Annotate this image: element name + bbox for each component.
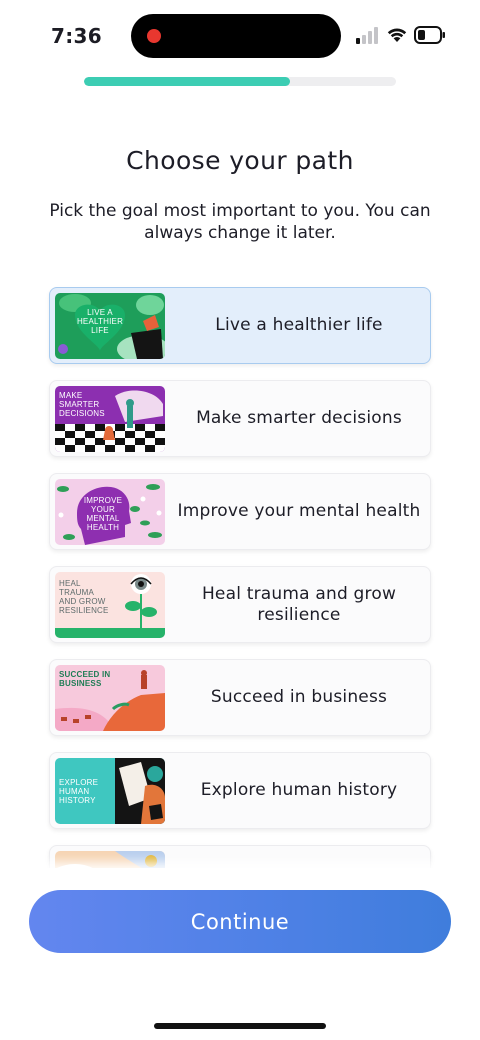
recording-dot-icon [147, 29, 161, 43]
thumb-text-line: SUCCEED IN [59, 670, 110, 679]
thumb-text-line: HEALTHIER [77, 317, 123, 326]
thumb-text-line: SMARTER [59, 400, 99, 409]
healthier-life-illustration: LIVE A HEALTHIER LIFE [55, 293, 165, 359]
wifi-icon [387, 28, 407, 42]
status-time: 7:36 [51, 24, 102, 48]
thumb-text-line: HEAL [59, 579, 81, 588]
status-bar: 7:36 [0, 0, 480, 72]
option-human-history[interactable]: EXPLORE HUMAN HISTORY Explore human hist… [49, 752, 431, 829]
option-label: Explore human history [200, 780, 398, 800]
home-indicator [154, 1023, 326, 1029]
smarter-decisions-illustration: MAKE SMARTER DECISIONS [55, 386, 165, 452]
mental-health-illustration: IMPROVE YOUR MENTAL HEALTH [55, 479, 165, 545]
progress-fill [84, 77, 290, 86]
dynamic-island [131, 14, 341, 58]
human-history-illustration: EXPLORE HUMAN HISTORY [55, 758, 165, 824]
option-succeed-business[interactable]: SUCCEED IN BUSINESS Succeed in business [49, 659, 431, 736]
option-heal-trauma[interactable]: HEAL TRAUMA AND GROW RESILIENCE Heal tra… [49, 566, 431, 643]
thumb-text-line: TRAUMA [59, 588, 94, 597]
succeed-business-illustration: SUCCEED IN BUSINESS [55, 665, 165, 731]
page-title: Choose your path [126, 146, 354, 175]
thumb-text-line: HISTORY [59, 796, 96, 805]
option-smarter-decisions[interactable]: MAKE SMARTER DECISIONS Make smarter deci… [49, 380, 431, 457]
thumb-text-line: MAKE [59, 391, 82, 400]
thumb-text-line: EXPLORE [59, 778, 98, 787]
thumb-text-line: LIVE A [87, 308, 113, 317]
thumb-text-line: DECISIONS [59, 409, 105, 418]
option-label: Succeed in business [210, 687, 388, 707]
thumb-text-line: AND GROW [59, 597, 106, 606]
option-live-healthier[interactable]: LIVE A HEALTHIER LIFE Live a healthier l… [49, 287, 431, 364]
signal-icon [356, 27, 378, 44]
option-label: Make smarter decisions [196, 408, 402, 428]
thumb-text-line: IMPROVE [84, 496, 122, 505]
thumb-text-line: HEALTH [87, 523, 119, 532]
option-label: Improve your mental health [177, 501, 421, 521]
thumb-text-line: LIFE [91, 326, 109, 335]
thumb-text-line: YOUR [91, 505, 115, 514]
continue-button[interactable]: Continue [29, 890, 451, 953]
thumb-text-line: MENTAL [86, 514, 119, 523]
thumb-text-line: HUMAN [59, 787, 89, 796]
option-label: Heal trauma and grow resilience [201, 583, 397, 625]
option-label: Live a healthier life [215, 315, 383, 335]
option-mental-health[interactable]: IMPROVE YOUR MENTAL HEALTH Improve your … [49, 473, 431, 550]
progress-bar [84, 77, 396, 86]
thumb-text-line: RESILIENCE [59, 606, 109, 615]
page-subtitle: Pick the goal most important to you. You… [49, 201, 431, 243]
thumb-text-line: BUSINESS [59, 679, 102, 688]
battery-icon [414, 26, 445, 44]
heal-trauma-illustration: HEAL TRAUMA AND GROW RESILIENCE [55, 572, 165, 638]
